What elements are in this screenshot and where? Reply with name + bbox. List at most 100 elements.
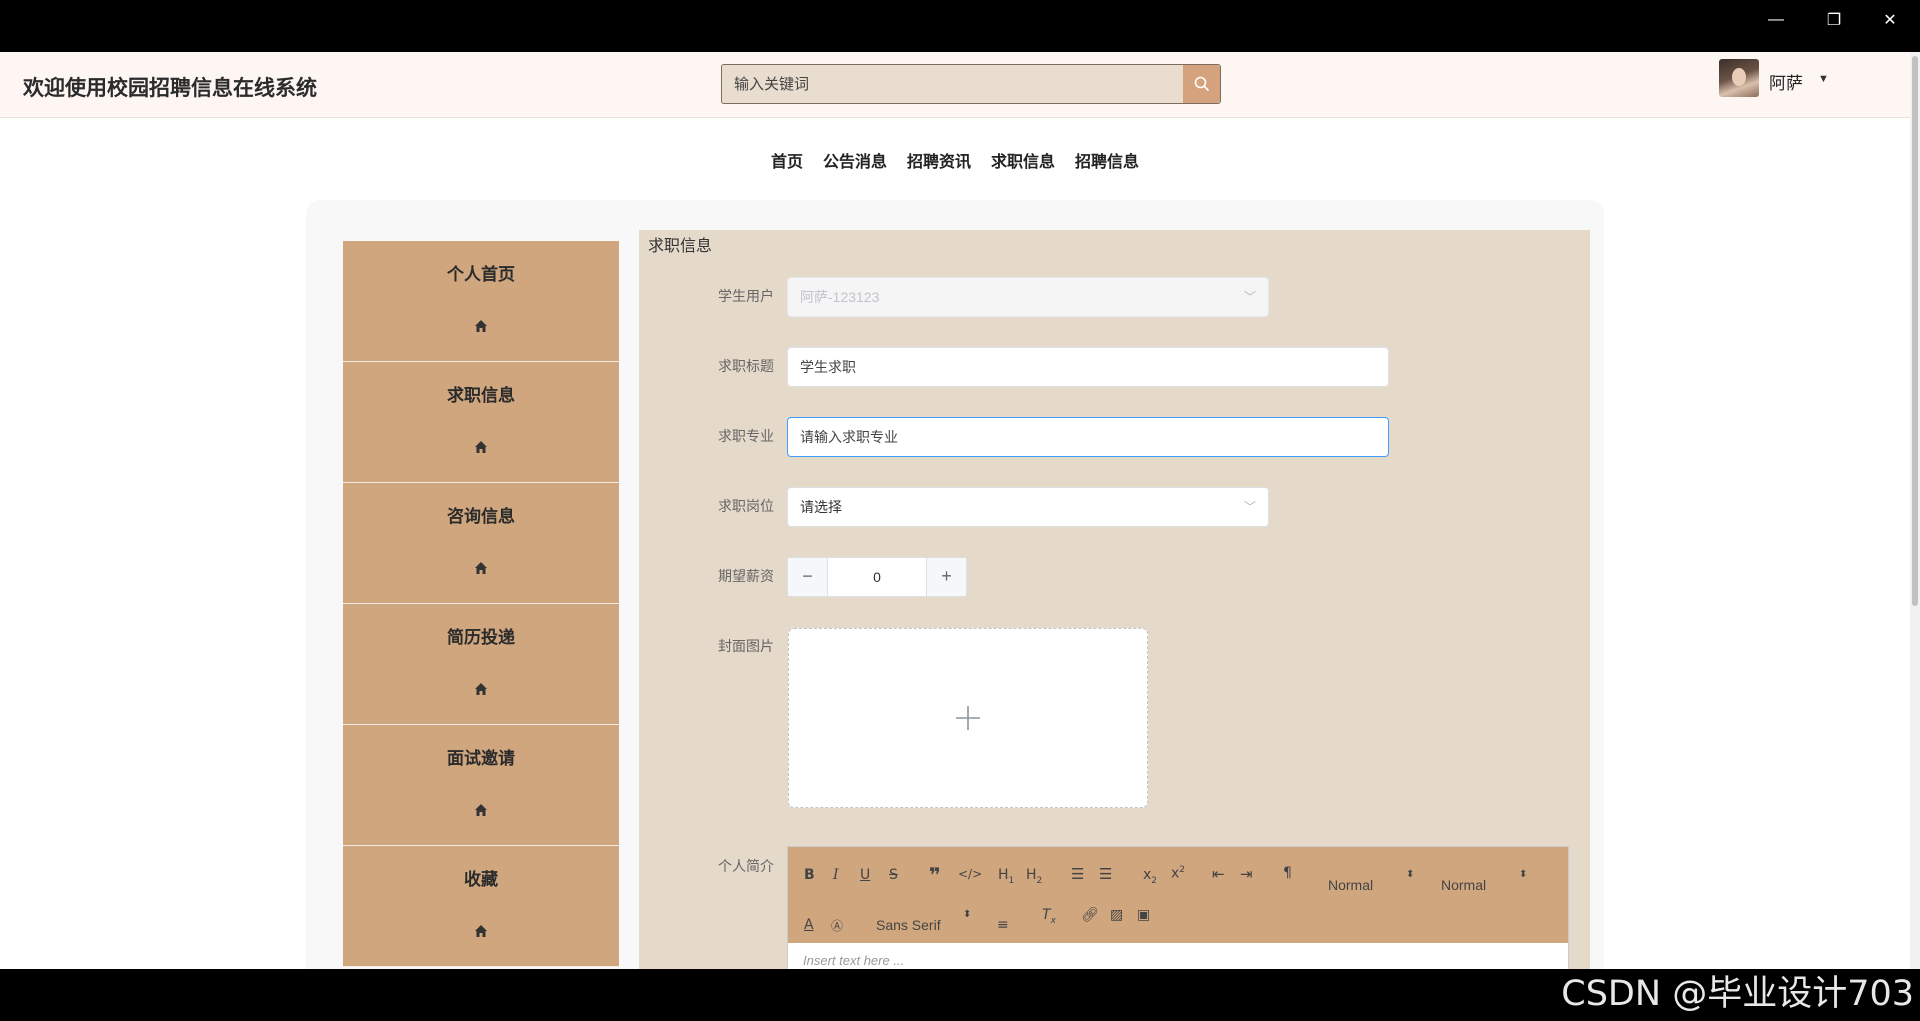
- increment-button[interactable]: +: [926, 558, 966, 596]
- title-input[interactable]: 学生求职: [787, 347, 1389, 387]
- close-window-button[interactable]: ✕: [1862, 0, 1918, 40]
- home-icon: [343, 319, 619, 335]
- nav-item-announcements[interactable]: 公告消息: [823, 148, 887, 172]
- nav-item-home[interactable]: 首页: [771, 148, 803, 172]
- job-seeking-form: 求职信息 学生用户 阿萨-123123 ﹀ 求职标题 学生求职 求职专业 请输入…: [639, 230, 1590, 969]
- sidebar-item-interview[interactable]: 面试邀请: [343, 725, 619, 846]
- student-value: 阿萨-123123: [800, 289, 880, 305]
- nav-item-recruitment[interactable]: 招聘信息: [1075, 148, 1139, 172]
- search-input[interactable]: [722, 65, 1184, 103]
- sidebar: 个人首页 求职信息 咨询信息 简历投递 面试邀请 收藏: [343, 241, 619, 967]
- salary-stepper: − 0 +: [787, 557, 967, 597]
- chevron-down-icon: ﹀: [1243, 500, 1256, 514]
- minimize-icon: —: [1768, 11, 1784, 28]
- superscript-icon[interactable]: x2: [1171, 865, 1185, 882]
- decrement-button[interactable]: −: [788, 558, 828, 596]
- sidebar-item-label: 面试邀请: [447, 749, 515, 768]
- major-input[interactable]: 请输入求职专业: [787, 417, 1389, 457]
- restore-icon: ❐: [1826, 12, 1842, 29]
- header-select-2[interactable]: Normal: [1441, 877, 1486, 893]
- sidebar-item-profile[interactable]: 个人首页: [343, 241, 619, 362]
- heading1-icon[interactable]: H1: [998, 867, 1014, 886]
- minimize-button[interactable]: —: [1748, 0, 1804, 40]
- salary-label: 期望薪资: [718, 568, 774, 584]
- watermark: CSDN @毕业设计703: [1561, 974, 1914, 1014]
- sidebar-item-label: 简历投递: [447, 628, 515, 647]
- font-select[interactable]: Sans Serif: [876, 917, 941, 933]
- text-direction-icon[interactable]: ¶: [1283, 865, 1292, 881]
- student-select: 阿萨-123123 ﹀: [787, 277, 1269, 317]
- position-label: 求职岗位: [718, 498, 774, 514]
- video-icon[interactable]: ▣: [1137, 907, 1150, 923]
- chevron-down-icon: ﹀: [1243, 290, 1256, 304]
- panel-title: 求职信息: [648, 238, 713, 255]
- ordered-list-icon[interactable]: ☰: [1071, 865, 1084, 883]
- heading2-icon[interactable]: H2: [1026, 867, 1042, 886]
- app-viewport: 欢迎使用校园招聘信息在线系统 阿萨 ▼ 首页 公告消息 招聘资讯 求职信息 招聘…: [0, 52, 1920, 969]
- clear-format-icon[interactable]: Tx: [1042, 907, 1056, 926]
- position-value: 请选择: [800, 499, 842, 515]
- header-select-1[interactable]: Normal: [1328, 877, 1373, 893]
- nav-item-job-seeking[interactable]: 求职信息: [991, 148, 1055, 172]
- bullet-list-icon[interactable]: ☰: [1099, 865, 1112, 883]
- student-label: 学生用户: [718, 288, 774, 304]
- select-arrows-icon: ⬍: [963, 909, 972, 920]
- select-arrows-icon: ⬍: [1406, 869, 1415, 880]
- title-label: 求职标题: [718, 358, 774, 374]
- editor-placeholder[interactable]: Insert text here ...: [803, 953, 904, 968]
- sidebar-item-favorites[interactable]: 收藏: [343, 846, 619, 967]
- major-placeholder: 请输入求职专业: [800, 429, 898, 445]
- intro-label: 个人简介: [718, 858, 774, 874]
- code-icon[interactable]: </>: [958, 867, 982, 881]
- sidebar-item-consult[interactable]: 咨询信息: [343, 483, 619, 604]
- home-icon: [343, 561, 619, 577]
- rich-text-editor: B I U S ❞ </> H1 H2 ☰ ☰ x2 x2 ⇤ ⇥ ¶ Norm…: [787, 846, 1569, 969]
- strike-icon[interactable]: S: [889, 867, 898, 883]
- image-icon[interactable]: ▨: [1110, 907, 1123, 923]
- bold-icon[interactable]: B: [804, 867, 815, 883]
- search-icon: [1194, 76, 1209, 92]
- close-icon: ✕: [1883, 12, 1897, 29]
- align-icon[interactable]: ≡: [997, 917, 1009, 933]
- scroll-thumb[interactable]: [1912, 56, 1918, 606]
- indent-icon[interactable]: ⇥: [1240, 865, 1253, 883]
- caret-down-icon[interactable]: ▼: [1818, 73, 1829, 85]
- sidebar-item-resume[interactable]: 简历投递: [343, 604, 619, 725]
- restore-button[interactable]: ❐: [1806, 0, 1862, 40]
- underline-icon[interactable]: U: [860, 867, 870, 883]
- window-titlebar: — ❐ ✕: [0, 0, 1920, 52]
- sidebar-item-job-seeking[interactable]: 求职信息: [343, 362, 619, 483]
- page-scrollbar[interactable]: [1910, 52, 1920, 969]
- blockquote-icon[interactable]: ❞: [929, 863, 941, 887]
- home-icon: [343, 803, 619, 819]
- site-title: 欢迎使用校园招聘信息在线系统: [23, 77, 317, 100]
- search-box: [721, 64, 1221, 104]
- cover-upload[interactable]: [788, 628, 1148, 808]
- search-button[interactable]: [1183, 65, 1220, 103]
- font-color-icon[interactable]: A: [804, 917, 814, 933]
- sidebar-item-label: 咨询信息: [447, 507, 515, 526]
- main-nav: 首页 公告消息 招聘资讯 求职信息 招聘信息: [0, 148, 1910, 172]
- plus-icon: [789, 629, 1147, 807]
- sidebar-item-label: 求职信息: [447, 386, 515, 405]
- home-icon: [343, 682, 619, 698]
- home-icon: [343, 440, 619, 456]
- sidebar-item-label: 收藏: [464, 870, 498, 889]
- username[interactable]: 阿萨: [1769, 69, 1803, 94]
- position-select[interactable]: 请选择 ﹀: [787, 487, 1269, 527]
- editor-toolbar: B I U S ❞ </> H1 H2 ☰ ☰ x2 x2 ⇤ ⇥ ¶ Norm…: [788, 847, 1568, 943]
- outdent-icon[interactable]: ⇤: [1212, 865, 1225, 883]
- site-header: 欢迎使用校园招聘信息在线系统 阿萨 ▼: [0, 52, 1910, 118]
- avatar[interactable]: [1719, 59, 1759, 97]
- home-icon: [343, 924, 619, 940]
- major-label: 求职专业: [718, 428, 774, 444]
- background-color-icon[interactable]: Ⓐ: [831, 917, 843, 934]
- nav-item-recruit-news[interactable]: 招聘资讯: [907, 148, 971, 172]
- select-arrows-icon: ⬍: [1519, 869, 1528, 880]
- italic-icon[interactable]: I: [833, 867, 839, 883]
- sidebar-item-label: 个人首页: [447, 265, 515, 284]
- link-icon[interactable]: 🔗︎: [1081, 907, 1099, 923]
- title-value: 学生求职: [800, 359, 856, 375]
- salary-value[interactable]: 0: [828, 558, 926, 596]
- subscript-icon[interactable]: x2: [1143, 867, 1157, 886]
